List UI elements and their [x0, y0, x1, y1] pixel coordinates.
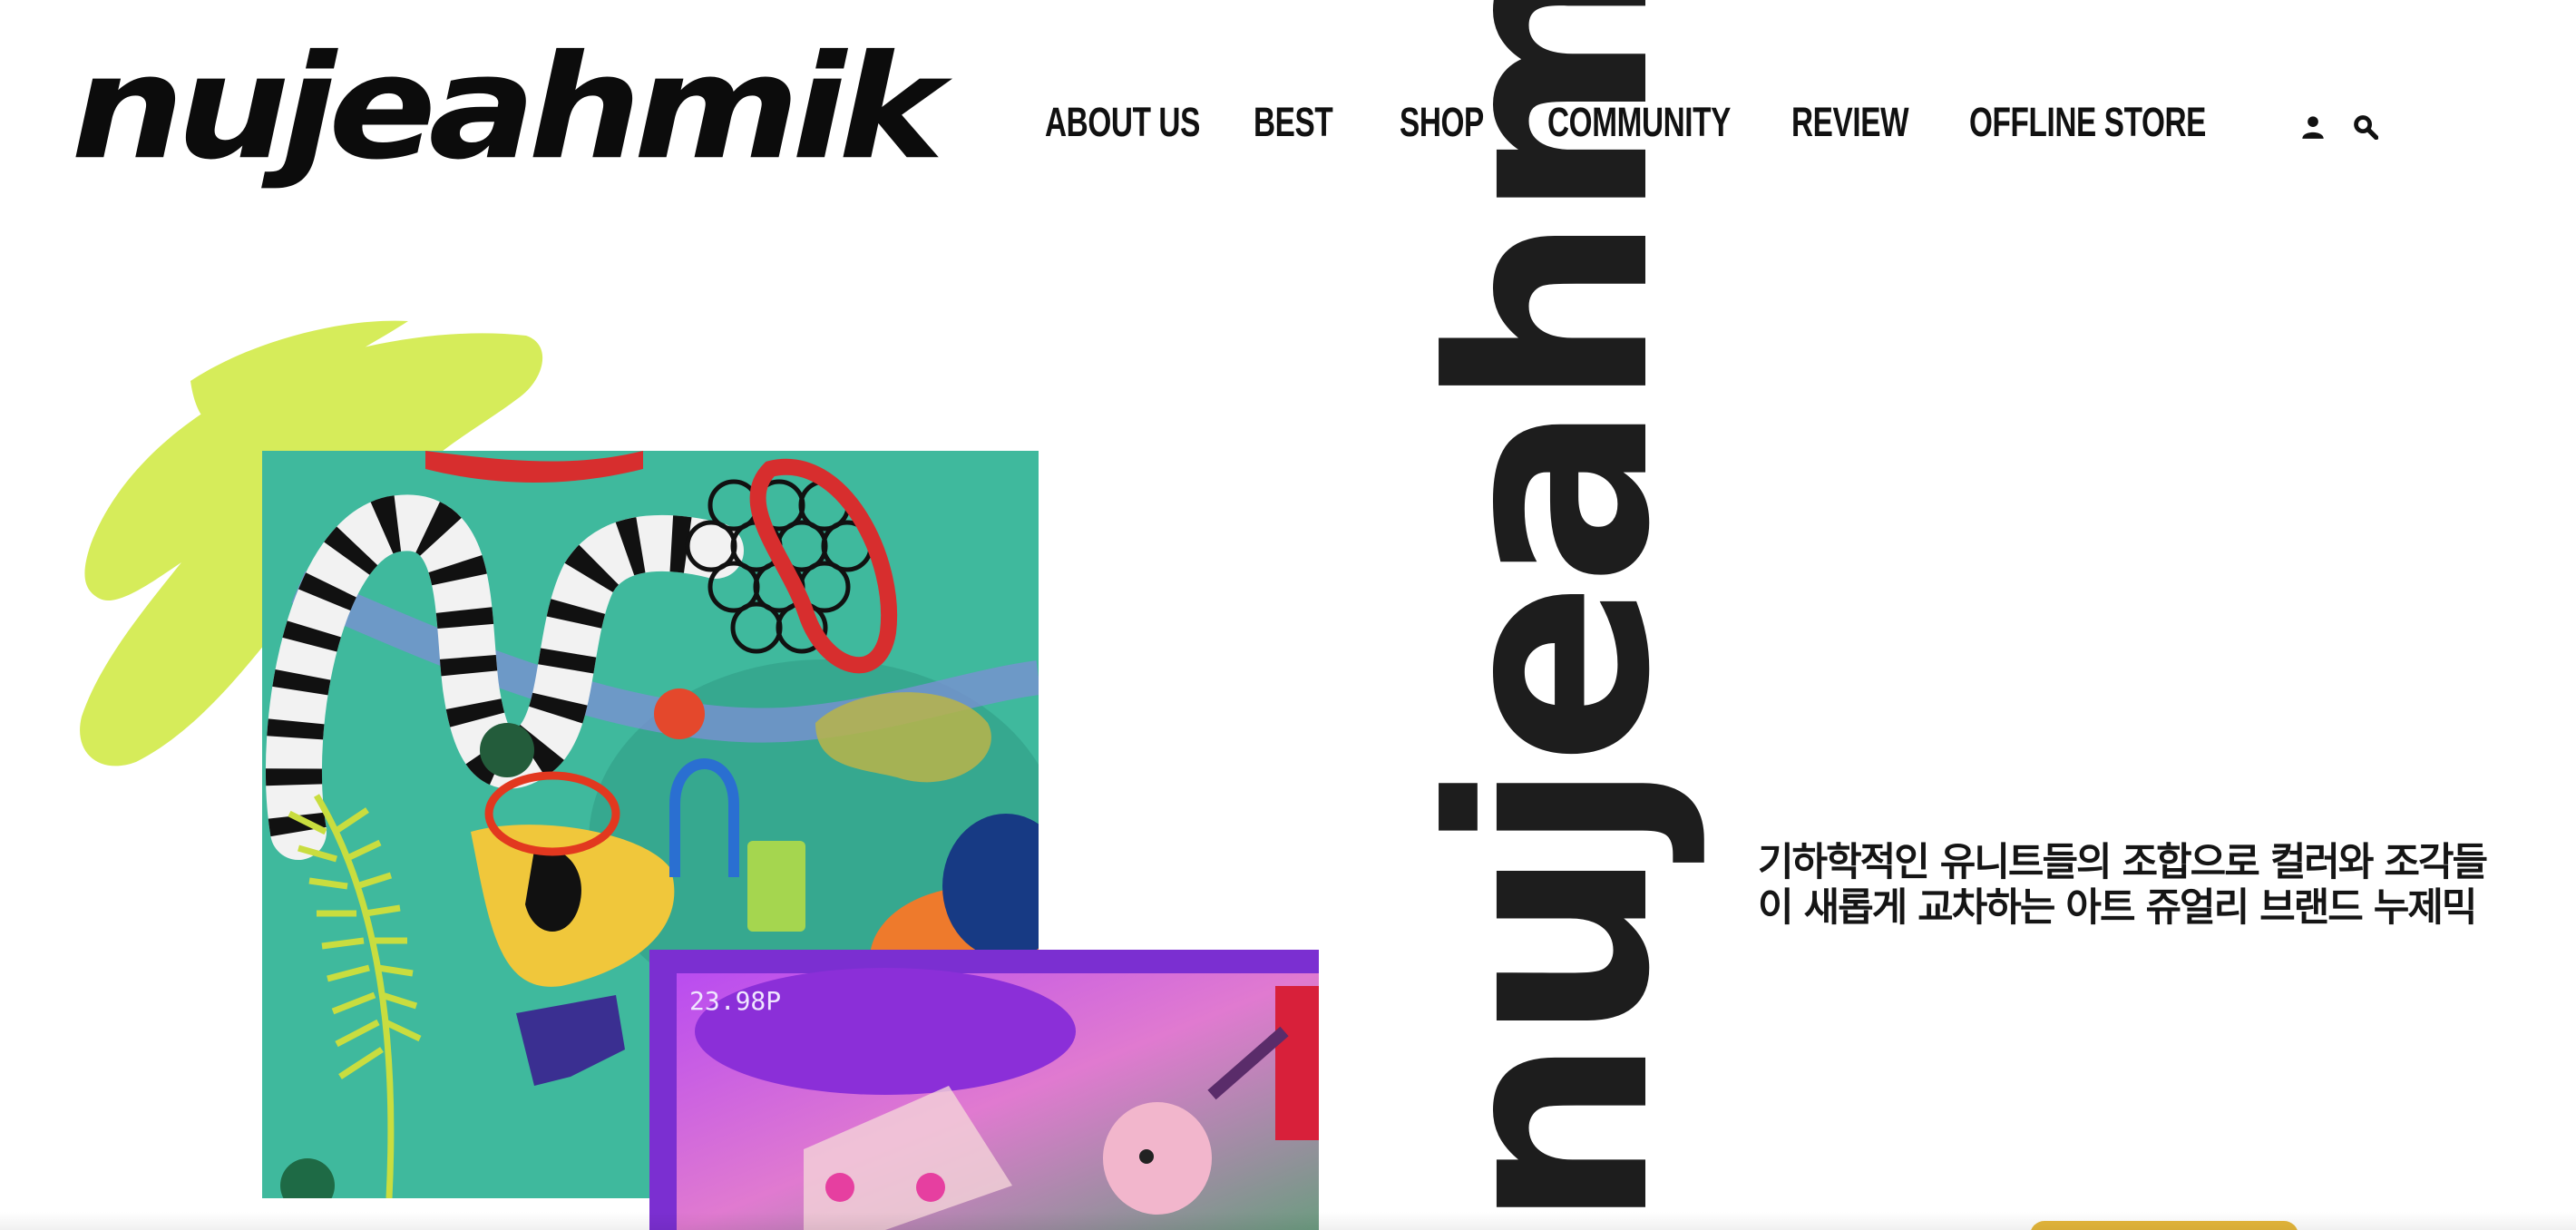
header-icons: [2300, 114, 2378, 140]
brand-tagline: 기하학적인 유니트들의 조합으로 컬러와 조각들이 새롭게 교차하는 아트 쥬얼…: [1758, 840, 2488, 931]
search-icon[interactable]: [2353, 114, 2378, 140]
bottom-shadow: [0, 1212, 2576, 1230]
brand-logo[interactable]: nujeahmik: [71, 36, 944, 180]
vertical-brand-name: nujeahmik: [1393, 0, 1710, 1230]
product-render-image: 23.98P: [649, 950, 1319, 1230]
camera-readout: 23.98P: [689, 986, 782, 1016]
nav-item-review[interactable]: REVIEW: [1791, 102, 1909, 142]
user-icon[interactable]: [2300, 114, 2326, 140]
nav-item-offline-store[interactable]: OFFLINE STORE: [1969, 102, 2206, 142]
nav-item-best[interactable]: BEST: [1254, 102, 1333, 142]
nav-item-about-us[interactable]: ABOUT US: [1045, 102, 1200, 142]
